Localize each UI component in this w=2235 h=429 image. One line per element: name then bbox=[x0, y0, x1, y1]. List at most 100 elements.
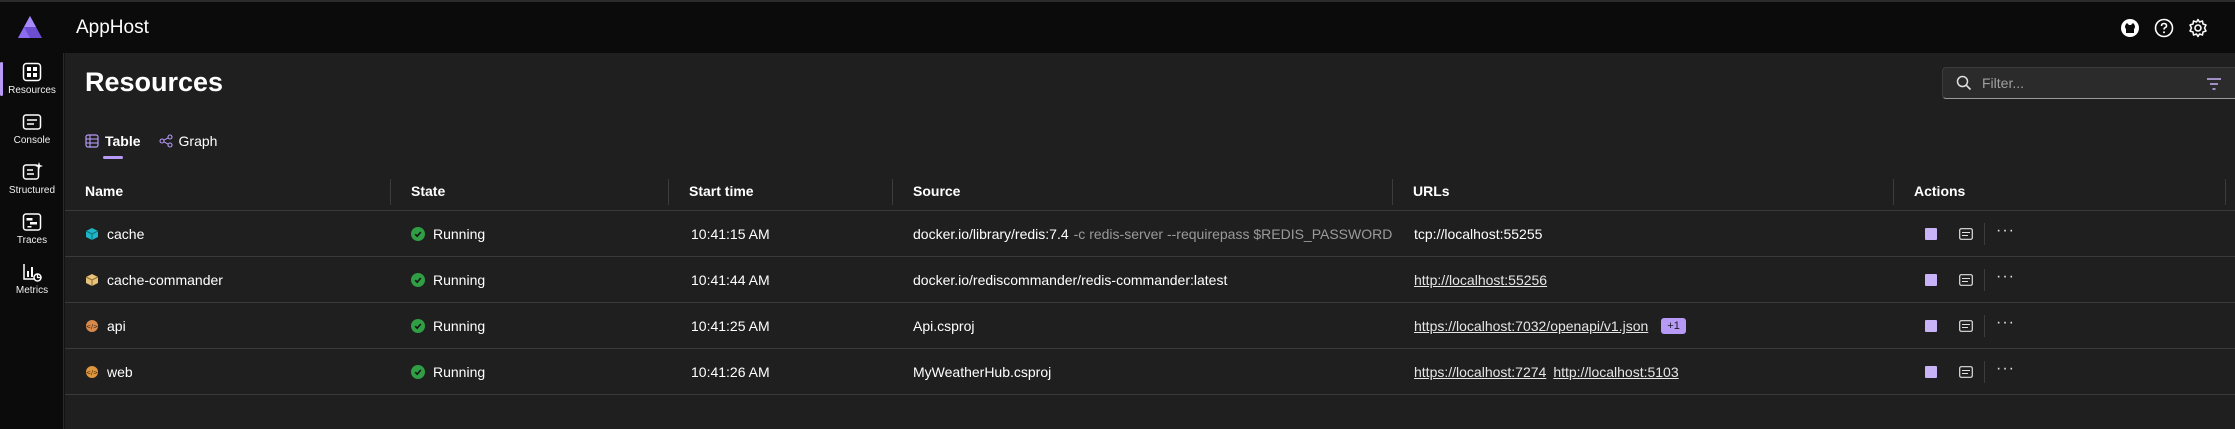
filter-box[interactable] bbox=[1942, 67, 2235, 99]
project-icon: </> bbox=[86, 320, 98, 332]
resource-name[interactable]: cache-commander bbox=[107, 272, 223, 288]
filter-options-icon[interactable] bbox=[2204, 75, 2224, 93]
resource-url-link[interactable]: https://localhost:7032/openapi/v1.json bbox=[1414, 318, 1648, 334]
tab-graph[interactable]: Graph bbox=[158, 126, 236, 156]
stop-icon[interactable] bbox=[1925, 366, 1937, 378]
container-icon bbox=[85, 274, 99, 286]
column-header-source[interactable]: Source bbox=[913, 172, 960, 211]
nav-item-console[interactable]: Console bbox=[0, 107, 64, 155]
console-logs-icon[interactable] bbox=[1959, 274, 1973, 286]
resource-source: docker.io/library/redis:7.4 bbox=[913, 226, 1069, 242]
resource-source: docker.io/rediscommander/redis-commander… bbox=[913, 272, 1228, 288]
table-row[interactable]: cache Running 10:41:15 AM docker.io/libr… bbox=[65, 211, 2235, 257]
resource-actions-cell: ··· bbox=[1925, 349, 2015, 395]
resource-urls-cell: http://localhost:55256 bbox=[1414, 257, 1554, 303]
nav-item-metrics[interactable]: Metrics bbox=[0, 257, 64, 305]
running-check-icon bbox=[411, 319, 425, 333]
console-logs-icon[interactable] bbox=[1959, 228, 1973, 240]
header-actions bbox=[2119, 17, 2209, 39]
resource-actions-cell: ··· bbox=[1925, 303, 2015, 349]
column-resize-handle[interactable] bbox=[668, 179, 669, 205]
column-resize-handle[interactable] bbox=[892, 179, 893, 205]
resource-source-cell: docker.io/rediscommander/redis-commander… bbox=[913, 257, 1227, 303]
resource-state: Running bbox=[433, 318, 486, 334]
top-header: AppHost bbox=[0, 0, 2235, 53]
nav-item-label: Metrics bbox=[15, 285, 49, 296]
stop-icon[interactable] bbox=[1925, 274, 1937, 286]
column-resize-handle[interactable] bbox=[1893, 179, 1894, 205]
action-divider bbox=[1984, 269, 1985, 291]
nav-item-resources[interactable]: Resources bbox=[0, 57, 64, 105]
running-check-icon bbox=[411, 365, 425, 379]
console-logs-icon[interactable] bbox=[1959, 366, 1973, 378]
resource-url: tcp://localhost:55255 bbox=[1414, 226, 1543, 242]
column-resize-handle[interactable] bbox=[1392, 179, 1393, 205]
more-options-icon[interactable]: ··· bbox=[1996, 269, 2015, 288]
stop-icon[interactable] bbox=[1925, 228, 1937, 240]
resource-state: Running bbox=[433, 364, 486, 380]
nav-item-traces[interactable]: Traces bbox=[0, 207, 64, 255]
table-row[interactable]: cache-commander Running 10:41:44 AM dock… bbox=[65, 257, 2235, 303]
project-icon: </> bbox=[86, 366, 98, 378]
app-title[interactable]: AppHost bbox=[76, 17, 149, 39]
tab-table[interactable]: Table bbox=[85, 126, 159, 159]
running-check-icon bbox=[411, 273, 425, 287]
page-title: Resources bbox=[85, 67, 224, 97]
table-icon bbox=[85, 134, 99, 148]
resource-url-link[interactable]: https://localhost:7274 bbox=[1414, 364, 1546, 380]
more-options-icon[interactable]: ··· bbox=[1996, 315, 2015, 334]
column-header-actions: Actions bbox=[1914, 183, 1966, 199]
resource-name-cell: </> api bbox=[85, 303, 126, 349]
search-icon bbox=[1956, 75, 1972, 91]
column-resize-handle[interactable] bbox=[390, 179, 391, 205]
column-header-urls[interactable]: URLs bbox=[1413, 172, 1450, 211]
resource-urls-cell: https://localhost:7274 http://localhost:… bbox=[1414, 349, 1686, 395]
column-resize-handle[interactable] bbox=[2225, 179, 2226, 205]
svg-text:</>: </> bbox=[86, 370, 98, 377]
resource-urls-cell: tcp://localhost:55255 bbox=[1414, 211, 1542, 257]
more-options-icon[interactable]: ··· bbox=[1996, 361, 2015, 380]
table-row[interactable]: </> web Running 10:41:26 AM MyWeatherHub… bbox=[65, 349, 2235, 395]
more-options-icon[interactable]: ··· bbox=[1996, 223, 2015, 242]
resource-name-cell: </> web bbox=[85, 349, 133, 395]
more-urls-badge[interactable]: +1 bbox=[1661, 318, 1686, 334]
resource-state: Running bbox=[433, 272, 486, 288]
resource-start-time: 10:41:44 AM bbox=[691, 272, 770, 288]
action-divider bbox=[1984, 315, 1985, 337]
nav-item-label: Structured bbox=[8, 185, 56, 196]
resource-name[interactable]: cache bbox=[107, 226, 144, 242]
resource-url-link[interactable]: http://localhost:5103 bbox=[1553, 364, 1678, 380]
traces-icon bbox=[22, 213, 42, 231]
svg-text:</>: </> bbox=[86, 324, 98, 331]
filter-input[interactable] bbox=[1982, 75, 2222, 91]
help-icon[interactable] bbox=[2153, 17, 2175, 39]
resources-icon bbox=[22, 62, 42, 82]
stop-icon[interactable] bbox=[1925, 320, 1937, 332]
resource-state: Running bbox=[433, 226, 486, 242]
resource-name[interactable]: api bbox=[107, 318, 126, 334]
column-header-state[interactable]: State bbox=[411, 172, 445, 211]
console-logs-icon[interactable] bbox=[1959, 320, 1973, 332]
resource-name[interactable]: web bbox=[107, 364, 133, 380]
console-icon bbox=[22, 114, 42, 130]
resource-name-cell: cache bbox=[85, 211, 144, 257]
running-check-icon bbox=[411, 227, 425, 241]
action-divider bbox=[1984, 223, 1985, 245]
table-row[interactable]: </> api Running 10:41:25 AM Api.csproj h… bbox=[65, 303, 2235, 349]
resource-state-cell: Running bbox=[411, 349, 485, 395]
settings-icon[interactable] bbox=[2187, 17, 2209, 39]
resource-state-cell: Running bbox=[411, 211, 485, 257]
aspire-logo-icon[interactable] bbox=[17, 15, 43, 39]
github-icon[interactable] bbox=[2119, 17, 2141, 39]
resource-url-link[interactable]: http://localhost:55256 bbox=[1414, 272, 1547, 288]
resource-actions-cell: ··· bbox=[1925, 211, 2015, 257]
nav-item-label: Traces bbox=[16, 235, 48, 246]
nav-active-indicator bbox=[0, 62, 3, 96]
graph-icon bbox=[158, 134, 173, 148]
column-header-name[interactable]: Name bbox=[85, 172, 123, 211]
resource-name-cell: cache-commander bbox=[85, 257, 223, 303]
structured-logs-icon bbox=[22, 162, 43, 180]
resource-source-args: -c redis-server --requirepass $REDIS_PAS… bbox=[1073, 226, 1393, 242]
nav-item-structured[interactable]: Structured bbox=[0, 157, 64, 205]
column-header-start-time[interactable]: Start time bbox=[689, 172, 754, 211]
